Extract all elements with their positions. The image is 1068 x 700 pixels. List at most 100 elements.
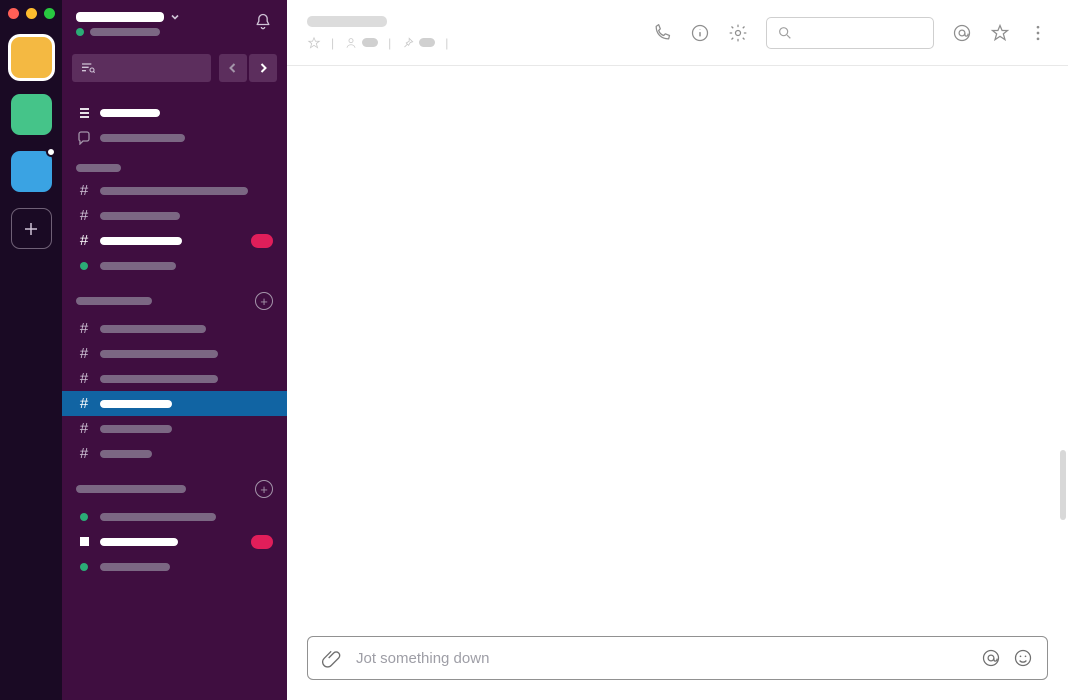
all-unreads[interactable] [62,100,287,125]
hash-icon: # [76,421,92,436]
message-list[interactable] [287,66,1068,636]
bell-icon [253,12,273,32]
plus-icon [23,221,39,237]
channel-item[interactable]: # [62,441,287,466]
message-input[interactable] [356,650,967,667]
section-dms-header: + [62,466,287,504]
sidebar-item-label [100,538,178,546]
presence-dot-icon [80,513,88,521]
channel-item[interactable]: # [62,366,287,391]
workspace-switcher[interactable] [76,12,253,22]
mentions-button[interactable] [952,23,972,43]
workspace-name [76,12,164,22]
channel-header: | | | [287,0,1068,66]
mention-button[interactable] [981,648,1001,668]
channel-title[interactable] [307,16,387,27]
workspace-3[interactable] [11,151,52,192]
dm-item[interactable] [62,554,287,579]
member-count[interactable] [344,36,378,50]
filter-search-icon [80,60,96,76]
jump-to-input[interactable] [72,54,211,82]
notification-dot-icon [46,147,56,157]
chevron-down-icon [170,12,180,22]
notifications-button[interactable] [253,12,273,32]
emoji-button[interactable] [1013,648,1033,668]
history-nav [219,54,277,82]
scrollbar-thumb[interactable] [1060,450,1066,520]
message-composer [307,636,1048,680]
settings-button[interactable] [728,23,748,43]
more-actions-button[interactable] [1028,23,1048,43]
sidebar-header [62,0,287,46]
kebab-icon [1028,23,1048,43]
gear-icon [728,23,748,43]
attach-button[interactable] [322,648,342,668]
search-input[interactable] [766,17,934,49]
channel-item[interactable]: # [62,316,287,341]
workspace-2[interactable] [11,94,52,135]
list-icon [77,106,91,120]
hash-icon: # [76,371,92,386]
user-status[interactable] [76,28,253,36]
sidebar-item-label [100,563,170,571]
history-back-button[interactable] [219,54,247,82]
hash-icon: # [76,346,92,361]
minimize-window-icon[interactable] [26,8,37,19]
channel-meta: | | | [307,36,652,50]
dm-item[interactable] [62,529,287,554]
section-label [76,485,186,493]
hash-icon: # [76,321,92,336]
paperclip-icon [322,648,342,668]
maximize-window-icon[interactable] [44,8,55,19]
at-icon [952,23,972,43]
star-icon [990,23,1010,43]
threads[interactable] [62,125,287,150]
history-forward-button[interactable] [249,54,277,82]
section-starred-header [62,150,287,178]
sidebar-item-label [100,450,152,458]
channel-item[interactable]: # [62,228,287,253]
sidebar-item-label [100,187,248,195]
chevron-right-icon [257,62,269,74]
channel-item[interactable]: # [62,203,287,228]
sidebar-item-label [100,513,216,521]
channel-item[interactable]: # [62,341,287,366]
channel-item[interactable]: # [62,178,287,203]
dm-item[interactable] [62,253,287,278]
hash-icon: # [76,208,92,223]
add-workspace-button[interactable] [11,208,52,249]
close-window-icon[interactable] [8,8,19,19]
presence-dot-icon [80,563,88,571]
add-dm-button[interactable]: + [255,480,273,498]
sidebar-item-label [100,400,172,408]
star-channel-button[interactable] [307,36,321,50]
username [90,28,160,36]
info-button[interactable] [690,23,710,43]
channel-item-active[interactable]: # [62,391,287,416]
hash-icon: # [76,446,92,461]
presence-dot-icon [76,28,84,36]
search-icon [777,25,793,41]
add-channel-button[interactable]: + [255,292,273,310]
unread-badge [251,535,273,549]
info-icon [690,23,710,43]
pinned-count[interactable] [401,36,435,50]
section-label [76,164,121,172]
call-button[interactable] [652,23,672,43]
pin-icon [401,36,415,50]
unread-badge [251,234,273,248]
star-icon [307,36,321,50]
starred-items-button[interactable] [990,23,1010,43]
header-actions [652,17,1048,49]
channel-item[interactable]: # [62,416,287,441]
at-icon [981,648,1001,668]
workspace-1[interactable] [11,37,52,78]
phone-icon [652,23,672,43]
sidebar-item-label [100,212,180,220]
window-controls [8,8,55,19]
section-channels-header: + [62,278,287,316]
sidebar-item-label [100,325,206,333]
chevron-left-icon [227,62,239,74]
channel-sidebar: # # # + # # # # # # + [62,0,287,700]
dm-item[interactable] [62,504,287,529]
